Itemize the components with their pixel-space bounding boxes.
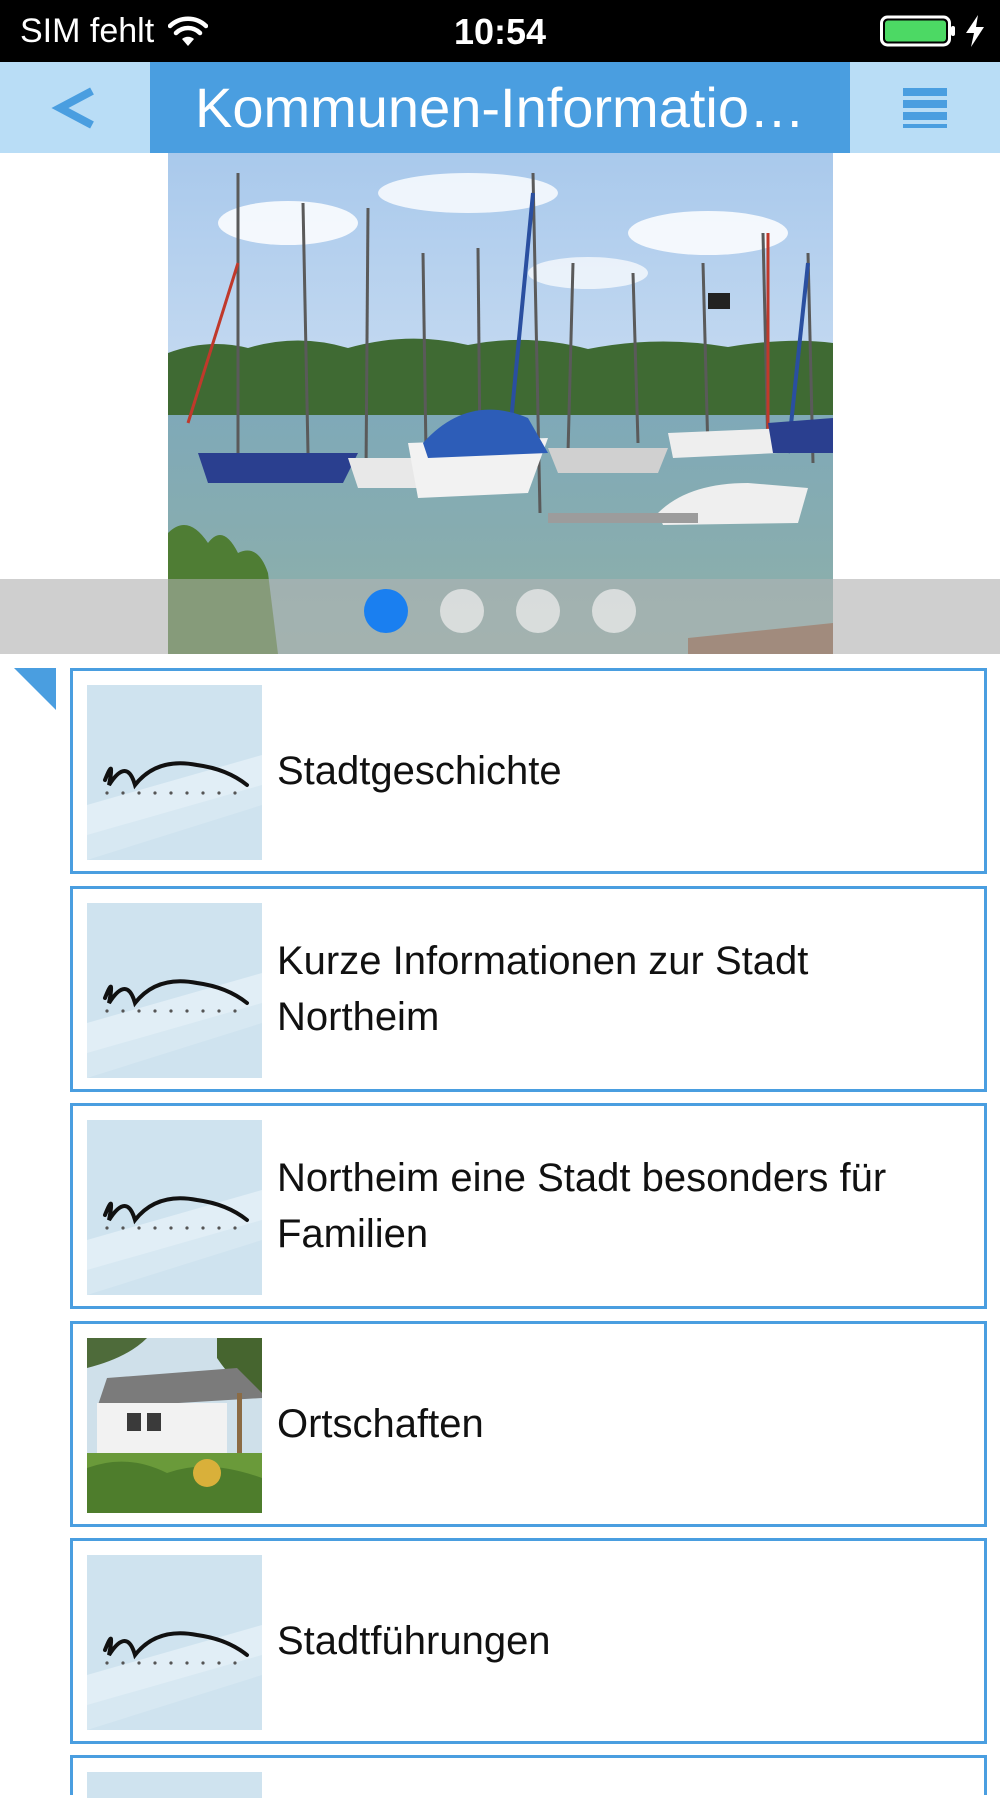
northeim-logo-thumbnail	[87, 1120, 262, 1295]
battery-icon	[880, 15, 955, 47]
hamburger-menu-icon	[903, 87, 947, 128]
list-item-label: Northeim eine Stadt besonders für Famili…	[277, 1156, 887, 1256]
charging-bolt-icon	[966, 15, 984, 47]
page-dot-2[interactable]	[440, 589, 484, 633]
list-item[interactable]	[70, 1755, 987, 1798]
corner-marker-icon	[14, 668, 56, 710]
back-button[interactable]	[0, 62, 150, 153]
menu-button[interactable]	[850, 62, 1000, 153]
list-item-label: Ortschaften	[277, 1402, 484, 1446]
list-item[interactable]: Stadtführungen	[70, 1538, 987, 1744]
northeim-logo-thumbnail	[87, 903, 262, 1078]
list-item[interactable]: Stadtgeschichte	[70, 668, 987, 874]
list-item[interactable]: Ortschaften	[70, 1321, 987, 1527]
northeim-logo-thumbnail	[87, 685, 262, 860]
status-right	[880, 14, 986, 48]
list-item[interactable]: Kurze Informationen zur Stadt Northeim	[70, 886, 987, 1092]
title-bar: Kommunen-Informatio…	[150, 62, 850, 153]
navigation-bar: Kommunen-Informatio…	[0, 62, 1000, 153]
page-title: Kommunen-Informatio…	[194, 76, 805, 139]
page-dot-1[interactable]	[364, 589, 408, 633]
status-time: 10:54	[453, 11, 547, 52]
building-photo-thumbnail	[87, 1338, 262, 1513]
list-item[interactable]: Northeim eine Stadt besonders für Famili…	[70, 1103, 987, 1309]
status-bar: SIM fehlt 10:54	[0, 0, 1000, 62]
list-item-label: Kurze Informationen zur Stadt Northeim	[277, 939, 809, 1039]
page-dot-3[interactable]	[516, 589, 560, 633]
northeim-logo-thumbnail	[87, 1772, 262, 1798]
page-indicator	[0, 589, 1000, 639]
chevron-left-icon	[51, 86, 94, 129]
list-item-label: Stadtgeschichte	[277, 749, 562, 793]
image-carousel[interactable]	[0, 153, 1000, 654]
page-dot-4[interactable]	[592, 589, 636, 633]
northeim-logo-thumbnail	[87, 1555, 262, 1730]
list-item-label: Stadtführungen	[277, 1619, 551, 1663]
